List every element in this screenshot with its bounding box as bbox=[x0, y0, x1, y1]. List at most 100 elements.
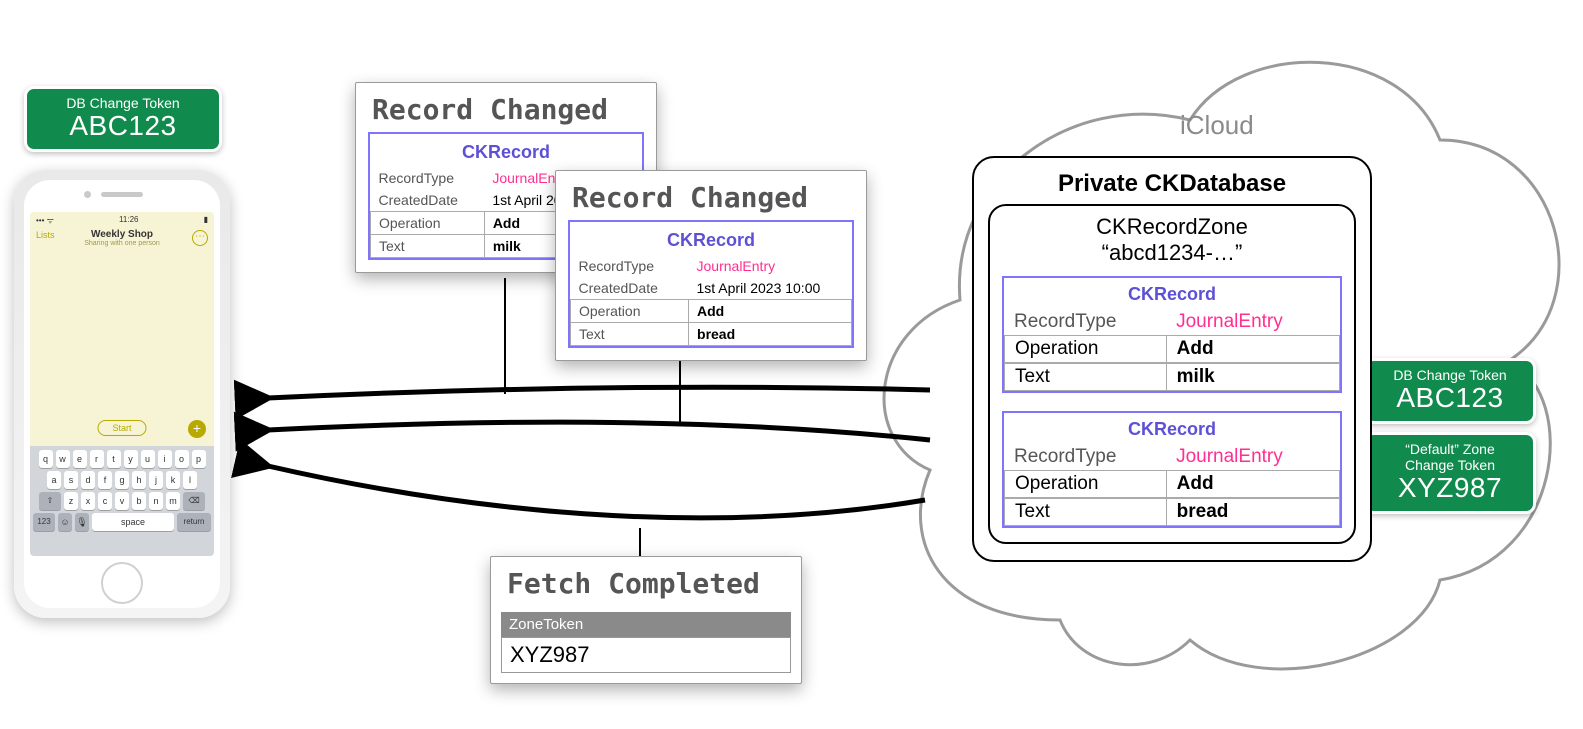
keyboard-key[interactable]: f bbox=[98, 471, 112, 489]
keyboard-key[interactable]: g bbox=[115, 471, 129, 489]
field-value: Add bbox=[689, 300, 852, 323]
keyboard-key[interactable]: p bbox=[192, 450, 206, 468]
keyboard-key[interactable]: 123 bbox=[33, 513, 55, 531]
keyboard-key[interactable]: v bbox=[115, 492, 129, 510]
status-time: 11:26 bbox=[119, 215, 138, 226]
field-value: bread bbox=[1167, 499, 1339, 525]
zone-title: CKRecordZone “abcd1234-…” bbox=[1002, 214, 1342, 266]
ckrecord: CKRecord RecordTypeJournalEntryOperationA… bbox=[1002, 411, 1342, 528]
field-label: Text bbox=[371, 235, 485, 258]
ckrecord-label: CKRecord bbox=[1004, 419, 1340, 440]
start-button[interactable]: Start bbox=[97, 420, 146, 436]
field-value: Add bbox=[1167, 336, 1339, 362]
note-header: Weekly Shop Sharing with one person bbox=[30, 229, 214, 247]
add-button[interactable]: + bbox=[188, 420, 206, 438]
keyboard-key[interactable]: a bbox=[47, 471, 61, 489]
field-value: milk bbox=[1167, 364, 1339, 390]
status-bar: ••• ᯤ 11:26 ▮ bbox=[30, 212, 214, 229]
keyboard-key[interactable]: return bbox=[177, 513, 211, 531]
keyboard-key[interactable]: u bbox=[141, 450, 155, 468]
keyboard-key[interactable]: q bbox=[39, 450, 53, 468]
keyboard-key[interactable]: b bbox=[132, 492, 146, 510]
keyboard-key[interactable]: e bbox=[73, 450, 87, 468]
note-subtitle: Sharing with one person bbox=[36, 240, 208, 247]
keyboard-key[interactable]: s bbox=[64, 471, 78, 489]
keyboard-key[interactable]: d bbox=[81, 471, 95, 489]
field-label: RecordType bbox=[1004, 444, 1166, 470]
keyboard-key[interactable]: space bbox=[92, 513, 174, 531]
phone-speaker bbox=[101, 192, 143, 197]
token-value: XYZ987 bbox=[1385, 473, 1515, 503]
field-label: Operation bbox=[571, 300, 689, 323]
field-label: Text bbox=[571, 323, 689, 346]
diagram-stage: iCloud DB Change Token ABC123 DB Change … bbox=[0, 0, 1583, 729]
keyboard-key[interactable]: c bbox=[98, 492, 112, 510]
field-label: RecordType bbox=[1004, 309, 1166, 335]
db-change-token-right: DB Change Token ABC123 bbox=[1364, 358, 1536, 424]
keyboard-key[interactable]: 🎙 bbox=[75, 513, 89, 531]
field-label: Text bbox=[1005, 364, 1167, 390]
field-label: RecordType bbox=[371, 167, 485, 189]
field-value: bread bbox=[689, 323, 852, 346]
token-value: ABC123 bbox=[1385, 383, 1515, 413]
keyboard-key[interactable]: ☺ bbox=[58, 513, 72, 531]
field-label: Operation bbox=[371, 212, 485, 235]
keyboard-key[interactable]: m bbox=[166, 492, 180, 510]
field-value: JournalEntry bbox=[1166, 309, 1340, 335]
keyboard-key[interactable]: y bbox=[124, 450, 138, 468]
field-value: 1st April 2023 10:00 bbox=[689, 277, 852, 300]
token-caption: DB Change Token bbox=[45, 95, 201, 111]
phone-screen: ••• ᯤ 11:26 ▮ Lists ⋯ Weekly Shop Sharin… bbox=[30, 212, 214, 556]
home-button[interactable] bbox=[101, 562, 143, 604]
field-label: RecordType bbox=[571, 255, 689, 277]
keyboard-key[interactable]: t bbox=[107, 450, 121, 468]
zonetoken-value: XYZ987 bbox=[501, 637, 791, 673]
fetch-completed-card: Fetch Completed ZoneToken XYZ987 bbox=[490, 556, 802, 684]
status-signal: ••• ᯤ bbox=[36, 215, 54, 226]
ckrecord-label: CKRecord bbox=[1004, 284, 1340, 305]
keyboard-key[interactable]: l bbox=[183, 471, 197, 489]
card-title: Record Changed bbox=[556, 171, 866, 220]
field-value: Add bbox=[1167, 471, 1339, 497]
keyboard-key[interactable]: r bbox=[90, 450, 104, 468]
keyboard-key[interactable]: h bbox=[132, 471, 146, 489]
field-label: CreatedDate bbox=[371, 189, 485, 212]
token-caption: DB Change Token bbox=[1385, 367, 1515, 383]
keyboard-key[interactable]: k bbox=[166, 471, 180, 489]
keyboard-key[interactable]: o bbox=[175, 450, 189, 468]
field-label: Text bbox=[1005, 499, 1167, 525]
lists-link[interactable]: Lists bbox=[36, 230, 55, 240]
field-label: Operation bbox=[1005, 336, 1167, 362]
keyboard-key[interactable]: z bbox=[64, 492, 78, 510]
token-caption: “Default” Zone Change Token bbox=[1385, 441, 1515, 473]
keyboard-key[interactable]: w bbox=[56, 450, 70, 468]
keyboard-key[interactable]: j bbox=[149, 471, 163, 489]
keyboard-key[interactable]: ⌫ bbox=[183, 492, 205, 510]
zone-change-token-right: “Default” Zone Change Token XYZ987 bbox=[1364, 432, 1536, 514]
ckrecordzone: CKRecordZone “abcd1234-…” CKRecord Record… bbox=[988, 204, 1356, 544]
db-title: Private CKDatabase bbox=[988, 170, 1356, 198]
keyboard-key[interactable]: x bbox=[81, 492, 95, 510]
cloud-label: iCloud bbox=[1180, 110, 1254, 141]
zonetoken-label: ZoneToken bbox=[501, 612, 791, 637]
keyboard-key[interactable]: n bbox=[149, 492, 163, 510]
iphone-device: ••• ᯤ 11:26 ▮ Lists ⋯ Weekly Shop Sharin… bbox=[14, 170, 230, 618]
db-change-token-top: DB Change Token ABC123 bbox=[24, 86, 222, 152]
field-label: Operation bbox=[1005, 471, 1167, 497]
token-value: ABC123 bbox=[45, 111, 201, 141]
note-title: Weekly Shop bbox=[36, 229, 208, 240]
field-value: JournalEntry bbox=[689, 255, 852, 277]
zonetoken-box: ZoneToken XYZ987 bbox=[501, 612, 791, 673]
ckrecord-box: CKRecord RecordTypeJournalEntryCreatedDa… bbox=[568, 220, 854, 348]
card-title: Record Changed bbox=[356, 83, 656, 132]
keyboard-key[interactable]: ⇧ bbox=[39, 492, 61, 510]
record-changed-card-2: Record Changed CKRecord RecordTypeJourna… bbox=[555, 170, 867, 361]
field-value: JournalEntry bbox=[1166, 444, 1340, 470]
ckrecord-label: CKRecord bbox=[370, 142, 642, 167]
keyboard[interactable]: qwertyuiop asdfghjkl ⇧zxcvbnm⌫ 123☺🎙spac… bbox=[30, 446, 214, 556]
phone-camera bbox=[84, 191, 91, 198]
more-icon[interactable]: ⋯ bbox=[192, 230, 208, 246]
card-title: Fetch Completed bbox=[491, 557, 801, 606]
keyboard-key[interactable]: i bbox=[158, 450, 172, 468]
field-label: CreatedDate bbox=[571, 277, 689, 300]
